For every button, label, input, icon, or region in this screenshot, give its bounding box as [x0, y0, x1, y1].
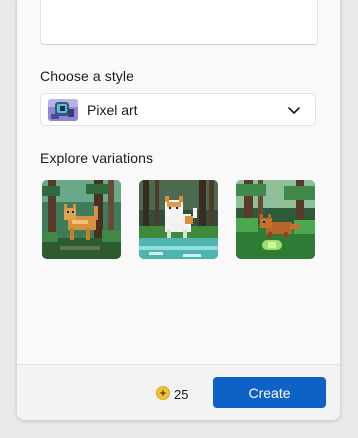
create-button[interactable]: Create	[213, 377, 326, 408]
variation-image-3[interactable]	[236, 180, 315, 259]
variation-image-1[interactable]	[42, 180, 121, 259]
footer-bar: 25 Create	[17, 364, 340, 420]
variations-section-label: Explore variations	[40, 150, 154, 166]
pixel-cat-forest-image	[42, 180, 121, 259]
prompt-input[interactable]	[40, 0, 318, 45]
style-dropdown[interactable]: Pixel art	[40, 93, 316, 126]
pixel-fox-forest-image	[236, 180, 315, 259]
style-section-label: Choose a style	[40, 68, 135, 84]
variation-image-2[interactable]	[139, 180, 218, 259]
credits-count: 25	[174, 387, 189, 402]
coin-sparkle-icon	[156, 386, 170, 400]
pixel-cat-stream-image	[139, 180, 218, 259]
chevron-down-icon	[288, 107, 300, 114]
pixel-art-style-thumbnail	[48, 99, 78, 121]
selected-style-label: Pixel art	[87, 102, 138, 118]
image-creator-panel: Choose a style Pixel art Explore variati…	[17, 0, 340, 420]
